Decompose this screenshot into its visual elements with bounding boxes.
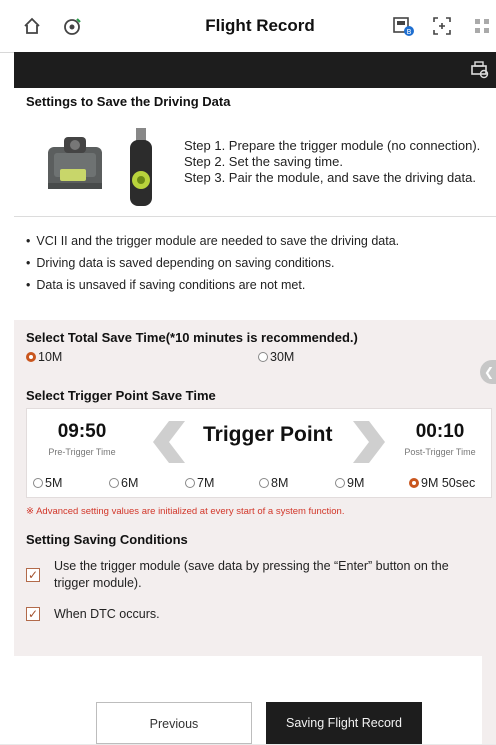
trigger-point-label: Trigger Point [203, 423, 333, 446]
radio-8m[interactable]: 8M [259, 476, 288, 490]
home-icon[interactable] [20, 14, 44, 38]
radio-unselected-icon [33, 478, 43, 488]
radio-9m[interactable]: 9M [335, 476, 364, 490]
post-trigger-label: Post-Trigger Time [404, 447, 476, 457]
increase-arrow-icon[interactable] [351, 419, 387, 465]
top-bar: Flight Record B [0, 0, 496, 53]
radio-unselected-icon [335, 478, 345, 488]
radio-unselected-icon [109, 478, 119, 488]
radio-unselected-icon [185, 478, 195, 488]
steps-section-title: Settings to Save the Driving Data [26, 94, 231, 109]
radio-10m[interactable]: 10M [26, 350, 62, 364]
screen-capture-icon[interactable] [430, 14, 454, 38]
checkbox-checked-icon[interactable]: ✓ [26, 568, 40, 582]
condition-dtc[interactable]: ✓ When DTC occurs. [26, 606, 486, 624]
checkbox-checked-icon[interactable]: ✓ [26, 607, 40, 621]
dark-toolbar [14, 52, 496, 88]
page-title: Flight Record [205, 16, 315, 35]
radio-9m-50sec[interactable]: 9M 50sec [409, 476, 475, 490]
vehicle-scan-icon[interactable] [60, 14, 84, 38]
post-trigger-value: 00:10 [415, 421, 465, 442]
print-icon[interactable] [468, 59, 490, 81]
condition-label: Use the trigger module (save data by pre… [54, 559, 449, 590]
condition-trigger-module[interactable]: ✓ Use the trigger module (save data by p… [26, 558, 486, 594]
step-item: Step 3. Pair the module, and save the dr… [184, 170, 476, 185]
step-item: Step 1. Prepare the trigger module (no c… [184, 138, 481, 153]
radio-unselected-icon [259, 478, 269, 488]
previous-button[interactable]: Previous [96, 702, 252, 744]
trigger-module-image [130, 128, 152, 206]
pre-trigger-time: 09:50 Pre-Trigger Time [37, 421, 127, 457]
trigger-point-box: 09:50 Pre-Trigger Time Trigger Point 00:… [26, 408, 492, 498]
radio-30m[interactable]: 30M [258, 350, 294, 364]
note-item: VCI II and the trigger module are needed… [26, 230, 496, 252]
vci-device-image [48, 137, 102, 189]
radio-selected-icon [409, 478, 419, 488]
saving-flight-record-button[interactable]: Saving Flight Record [266, 702, 422, 744]
vci-device-icon[interactable]: B [392, 14, 416, 38]
note-item: Driving data is saved depending on savin… [26, 252, 496, 274]
radio-7m[interactable]: 7M [185, 476, 214, 490]
radio-5m[interactable]: 5M [33, 476, 62, 490]
grid-menu-icon[interactable] [472, 14, 492, 38]
saving-conditions-title: Setting Saving Conditions [26, 532, 188, 547]
step-list: Step 1. Prepare the trigger module (no c… [184, 138, 480, 186]
step-item: Step 2. Set the saving time. [184, 154, 343, 169]
decrease-arrow-icon[interactable] [151, 419, 187, 465]
divider [14, 216, 496, 217]
advanced-setting-note: ※ Advanced setting values are initialize… [26, 506, 345, 517]
steps-section: Settings to Save the Driving Data Step 1… [14, 88, 496, 216]
trigger-point-title: Select Trigger Point Save Time [26, 388, 216, 403]
note-item: Data is unsaved if saving conditions are… [26, 274, 496, 296]
radio-selected-icon [26, 352, 36, 362]
post-trigger-time: 00:10 Post-Trigger Time [395, 421, 485, 457]
total-save-time-title: Select Total Save Time(*10 minutes is re… [26, 330, 358, 345]
condition-label: When DTC occurs. [54, 607, 160, 621]
radio-6m[interactable]: 6M [109, 476, 138, 490]
notes-list: VCI II and the trigger module are needed… [14, 230, 496, 296]
app-frame: Flight Record B Settings to Save the Dri… [0, 0, 496, 744]
pre-trigger-label: Pre-Trigger Time [48, 447, 116, 457]
radio-unselected-icon [258, 352, 268, 362]
pre-trigger-value: 09:50 [57, 421, 107, 442]
svg-text:B: B [407, 28, 412, 36]
